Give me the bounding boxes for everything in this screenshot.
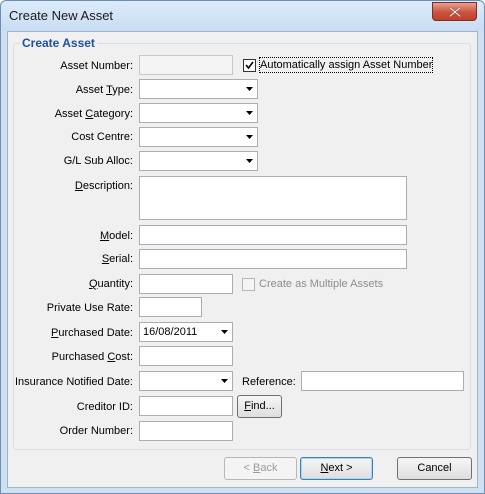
asset-number-label: Asset Number: — [60, 60, 133, 72]
chevron-down-icon[interactable] — [216, 372, 232, 390]
create-new-asset-window: Create New Asset Create Asset Asset Numb… — [0, 0, 485, 494]
model-input[interactable] — [139, 225, 407, 245]
quantity-label-key: Q — [88, 278, 98, 290]
asset-category-label-post: ategory: — [93, 108, 133, 120]
title-bar[interactable]: Create New Asset — [1, 1, 484, 31]
model-label-key: M — [99, 230, 110, 242]
gl-sub-alloc-label: G/L Sub Alloc: — [63, 155, 133, 167]
find-button-key: F — [244, 400, 251, 412]
asset-type-select[interactable] — [139, 79, 258, 99]
close-button[interactable] — [432, 2, 477, 21]
order-number-label: Order Number: — [59, 425, 133, 437]
find-button-post: ind... — [250, 400, 275, 412]
insurance-notified-date-picker[interactable] — [139, 371, 233, 391]
model-label: Model: — [8, 229, 133, 243]
asset-category-label: Asset Category: — [8, 107, 133, 121]
next-button[interactable]: Next > — [300, 457, 373, 480]
quantity-input[interactable] — [139, 274, 233, 294]
multiple-assets-checkbox[interactable] — [242, 278, 255, 291]
group-title: Create Asset — [20, 36, 97, 50]
cost-centre-label: Cost Centre: — [71, 131, 133, 143]
purchased-date-label-post: urchased Date: — [58, 327, 133, 339]
order-number-input[interactable] — [139, 421, 233, 441]
private-use-rate-input[interactable] — [139, 297, 202, 317]
private-use-rate-label: Private Use Rate: — [46, 302, 133, 314]
reference-label: Reference: — [242, 376, 296, 388]
dialog-body: Create Asset Asset Number: Automatically… — [7, 31, 478, 488]
purchased-date-picker[interactable]: 16/08/2011 — [139, 322, 233, 342]
description-label: Description: — [8, 179, 133, 193]
multiple-assets-label: Create as Multiple Assets — [259, 278, 384, 290]
chevron-down-icon[interactable] — [241, 128, 257, 146]
next-button-post: ext > — [328, 462, 353, 474]
purchased-cost-label-pre: Purchased — [51, 351, 108, 363]
description-label-post: escription: — [82, 180, 133, 192]
back-button-pre: < — [243, 462, 253, 474]
asset-type-label: Asset Type: — [8, 83, 133, 97]
quantity-label-post: uantity: — [97, 278, 133, 290]
asset-number-input[interactable] — [139, 55, 233, 75]
back-button-post: ack — [260, 462, 278, 474]
purchased-date-value: 16/08/2011 — [143, 326, 198, 338]
chevron-down-icon[interactable] — [241, 104, 257, 122]
auto-assign-label[interactable]: Automatically assign Asset Number — [258, 57, 434, 73]
cancel-button[interactable]: Cancel — [397, 457, 472, 480]
auto-assign-checkbox[interactable] — [243, 59, 256, 72]
chevron-down-icon[interactable] — [216, 323, 232, 341]
creditor-id-label: Creditor ID: — [76, 401, 133, 413]
asset-type-label-pre: Asset — [75, 84, 107, 96]
purchased-cost-label: Purchased Cost: — [8, 350, 133, 364]
close-icon — [449, 7, 461, 17]
model-label-post: odel: — [109, 230, 133, 242]
cost-centre-select[interactable] — [139, 127, 258, 147]
find-button[interactable]: Find... — [237, 395, 282, 418]
checkmark-icon — [245, 61, 254, 70]
description-label-key: D — [74, 180, 83, 192]
reference-input[interactable] — [301, 371, 464, 391]
insurance-notified-date-label: Insurance Notified Date: — [14, 376, 133, 388]
description-textarea[interactable] — [139, 176, 407, 220]
serial-label: Serial: — [8, 252, 133, 266]
purchased-cost-input[interactable] — [139, 346, 233, 366]
chevron-down-icon[interactable] — [241, 80, 257, 98]
asset-category-select[interactable] — [139, 103, 258, 123]
purchased-cost-label-post: ost: — [115, 351, 133, 363]
creditor-id-input[interactable] — [139, 396, 233, 416]
serial-label-post: erial: — [109, 253, 133, 265]
back-button[interactable]: < Back — [224, 457, 297, 480]
window-title: Create New Asset — [9, 8, 114, 23]
purchased-date-label: Purchased Date: — [8, 326, 133, 340]
gl-sub-alloc-select[interactable] — [139, 151, 258, 171]
serial-input[interactable] — [139, 249, 407, 269]
asset-type-label-post: ype: — [112, 84, 133, 96]
quantity-label: Quantity: — [8, 277, 133, 291]
chevron-down-icon[interactable] — [241, 152, 257, 170]
asset-category-label-pre: Asset — [54, 108, 86, 120]
